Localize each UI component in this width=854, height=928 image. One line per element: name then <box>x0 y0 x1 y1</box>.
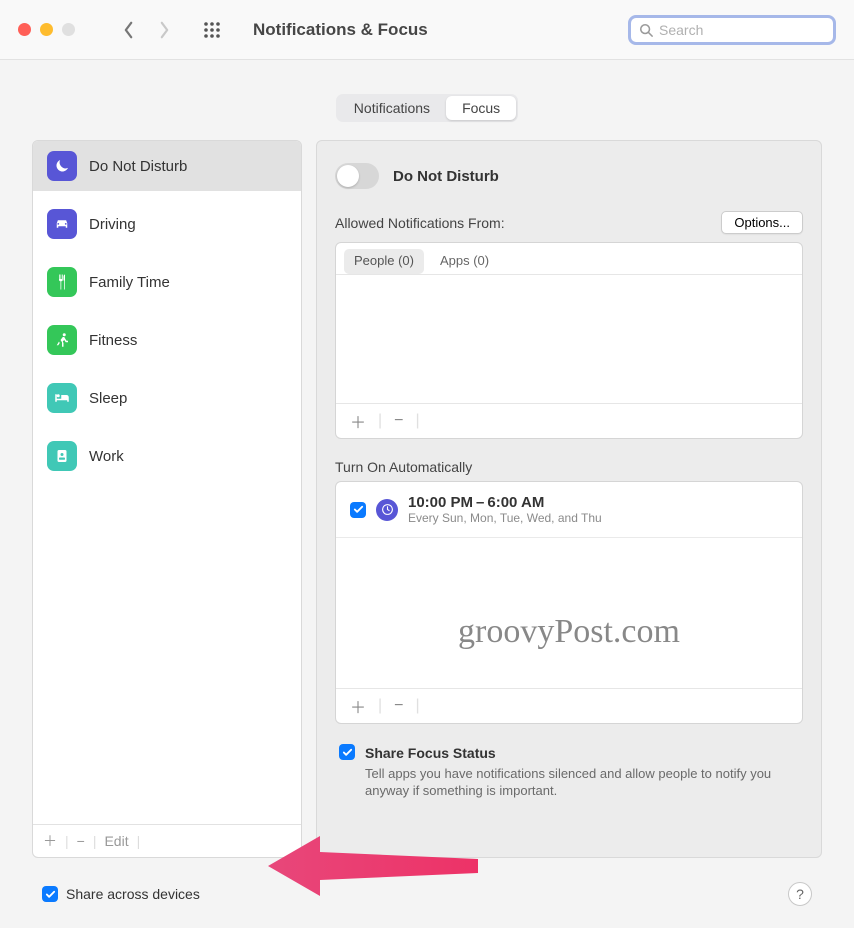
share-across-devices-checkbox[interactable] <box>42 886 58 902</box>
watermark-text: groovyPost.com <box>336 613 802 651</box>
sidebar-item-label: Family Time <box>89 274 170 291</box>
options-button[interactable]: Options... <box>721 211 803 234</box>
fork-knife-icon <box>47 267 77 297</box>
allowed-footer: ＋ | − | <box>336 403 802 438</box>
schedule-row[interactable]: 10:00 PM – 6:00 AM Every Sun, Mon, Tue, … <box>336 482 802 538</box>
tab-focus[interactable]: Focus <box>446 96 516 120</box>
sidebar-item-family-time[interactable]: Family Time <box>33 257 301 307</box>
minimize-window-button[interactable] <box>40 23 53 36</box>
share-focus-status-checkbox[interactable] <box>339 744 355 760</box>
edit-focus-button[interactable]: Edit <box>104 833 128 849</box>
sidebar-footer: ＋ | − | Edit | <box>33 824 301 857</box>
search-field[interactable] <box>628 15 836 45</box>
schedule-text: 10:00 PM – 6:00 AM Every Sun, Mon, Tue, … <box>408 494 602 525</box>
share-across-devices-row: Share across devices <box>42 886 200 902</box>
focus-detail-panel: Do Not Disturb Allowed Notifications Fro… <box>316 140 822 858</box>
preferences-window: Notifications & Focus Notifications Focu… <box>0 0 854 928</box>
toolbar: Notifications & Focus <box>0 0 854 60</box>
bottom-bar: Share across devices ? <box>0 874 854 928</box>
allowed-section-header: Allowed Notifications From: Options... <box>335 211 803 234</box>
schedule-time: 10:00 PM – 6:00 AM <box>408 494 602 511</box>
share-focus-status-label: Share Focus Status <box>365 744 799 763</box>
focus-list: Do Not Disturb Driving Family Time <box>33 141 301 824</box>
sidebar-item-do-not-disturb[interactable]: Do Not Disturb <box>33 141 301 191</box>
nav-arrows <box>121 20 171 40</box>
allowed-tabs: People (0) Apps (0) <box>336 243 802 275</box>
allowed-tab-people[interactable]: People (0) <box>344 249 424 274</box>
focus-toggle-row: Do Not Disturb <box>335 163 803 189</box>
sidebar-item-label: Work <box>89 448 124 465</box>
search-icon <box>639 23 653 37</box>
remove-allowed-button[interactable]: − <box>390 412 407 430</box>
back-button[interactable] <box>121 20 135 40</box>
add-schedule-button[interactable]: ＋ <box>346 694 370 718</box>
badge-icon <box>47 441 77 471</box>
sidebar-item-driving[interactable]: Driving <box>33 199 301 249</box>
allowed-notifications-label: Allowed Notifications From: <box>335 215 505 231</box>
add-allowed-button[interactable]: ＋ <box>346 409 370 433</box>
schedule-footer: ＋ | − | <box>336 688 802 723</box>
sidebar-item-work[interactable]: Work <box>33 431 301 481</box>
sidebar-item-label: Driving <box>89 216 136 233</box>
share-across-devices-label: Share across devices <box>66 886 200 902</box>
focus-toggle-label: Do Not Disturb <box>393 168 499 185</box>
schedule-body: groovyPost.com <box>336 538 802 688</box>
add-focus-button[interactable]: ＋ <box>43 831 57 851</box>
tab-notifications[interactable]: Notifications <box>338 96 446 120</box>
allowed-list <box>336 275 802 403</box>
sidebar-item-fitness[interactable]: Fitness <box>33 315 301 365</box>
schedule-box: 10:00 PM – 6:00 AM Every Sun, Mon, Tue, … <box>335 481 803 724</box>
sidebar-item-label: Sleep <box>89 390 127 407</box>
allowed-box: People (0) Apps (0) ＋ | − | <box>335 242 803 439</box>
help-button[interactable]: ? <box>788 882 812 906</box>
focus-sidebar: Do Not Disturb Driving Family Time <box>32 140 302 858</box>
allowed-tab-apps[interactable]: Apps (0) <box>430 249 499 274</box>
sidebar-item-label: Do Not Disturb <box>89 158 187 175</box>
sidebar-item-sleep[interactable]: Sleep <box>33 373 301 423</box>
page-title: Notifications & Focus <box>253 20 428 40</box>
forward-button[interactable] <box>157 20 171 40</box>
search-input[interactable] <box>659 22 825 38</box>
bed-icon <box>47 383 77 413</box>
zoom-window-button[interactable] <box>62 23 75 36</box>
running-icon <box>47 325 77 355</box>
close-window-button[interactable] <box>18 23 31 36</box>
schedule-checkbox[interactable] <box>350 502 366 518</box>
share-focus-status-row: Share Focus Status Tell apps you have no… <box>335 744 803 800</box>
remove-focus-button[interactable]: − <box>77 833 85 849</box>
auto-section-label: Turn On Automatically <box>335 459 803 475</box>
content: Do Not Disturb Driving Family Time <box>0 140 854 874</box>
share-focus-status-description: Tell apps you have notifications silence… <box>365 766 771 799</box>
clock-icon <box>376 499 398 521</box>
schedule-days: Every Sun, Mon, Tue, Wed, and Thu <box>408 511 602 525</box>
show-all-button[interactable] <box>203 21 221 39</box>
tab-group: Notifications Focus <box>0 60 854 140</box>
remove-schedule-button[interactable]: − <box>390 697 407 715</box>
window-controls <box>18 23 75 36</box>
share-focus-status-text: Share Focus Status Tell apps you have no… <box>365 744 799 800</box>
do-not-disturb-toggle[interactable] <box>335 163 379 189</box>
sidebar-item-label: Fitness <box>89 332 137 349</box>
car-icon <box>47 209 77 239</box>
moon-icon <box>47 151 77 181</box>
